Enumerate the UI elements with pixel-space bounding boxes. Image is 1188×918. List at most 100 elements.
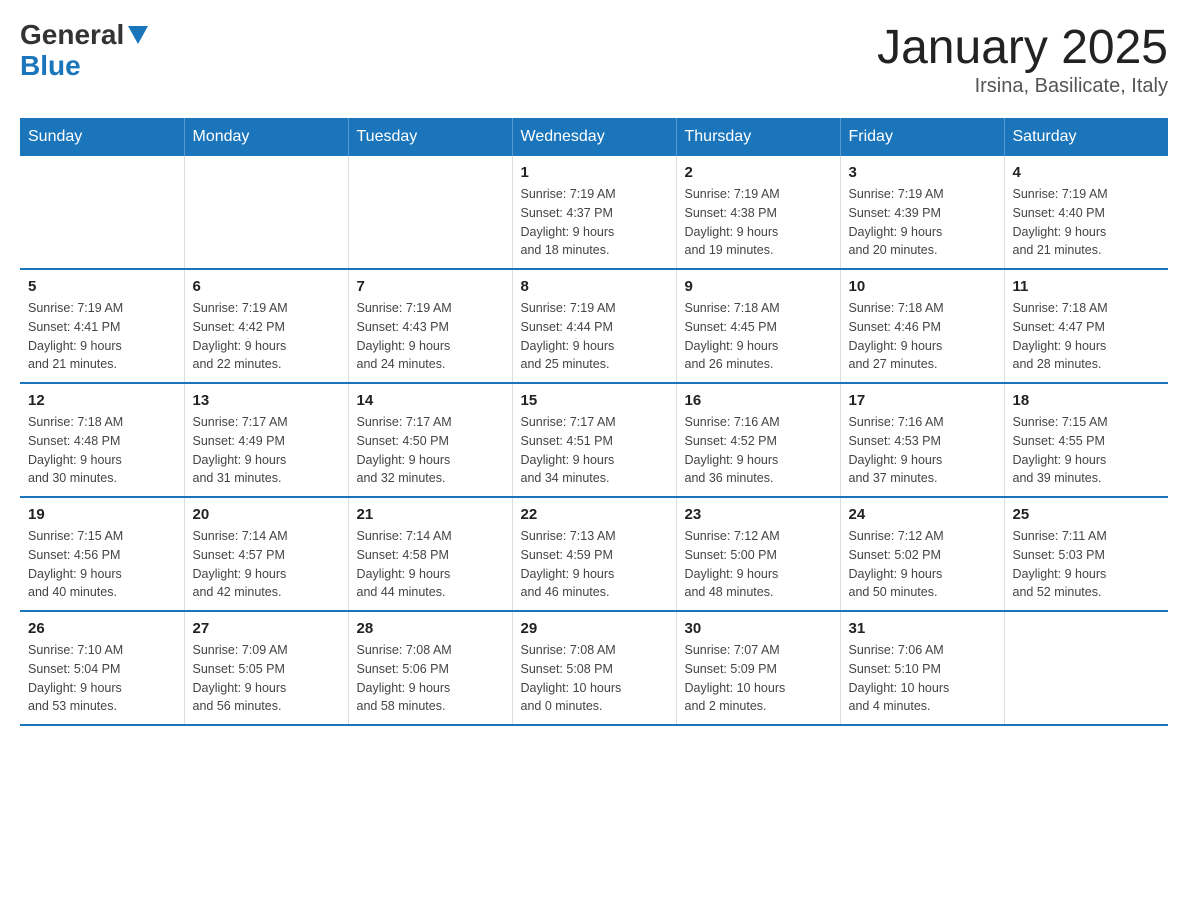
day-info: Sunrise: 7:19 AM Sunset: 4:41 PM Dayligh… — [28, 299, 176, 374]
day-number: 6 — [193, 278, 340, 295]
col-sunday: Sunday — [20, 118, 184, 156]
day-number: 5 — [28, 278, 176, 295]
day-number: 20 — [193, 506, 340, 523]
page-header: General Blue January 2025 Irsina, Basili… — [20, 20, 1168, 98]
day-info: Sunrise: 7:18 AM Sunset: 4:48 PM Dayligh… — [28, 413, 176, 488]
table-row: 3Sunrise: 7:19 AM Sunset: 4:39 PM Daylig… — [840, 156, 1004, 269]
day-number: 10 — [849, 278, 996, 295]
table-row: 12 Sunrise: 7:18 AM Sunset: 4:48 PM Dayli… — [20, 383, 184, 497]
day-number: 25 — [1013, 506, 1161, 523]
day-info: Sunrise: 7:15 AM Sunset: 4:55 PM Dayligh… — [1013, 413, 1161, 488]
table-row: 26 Sunrise: 7:10 AM Sunset: 5:04 PM Dayli… — [20, 611, 184, 725]
day-info: Sunrise: 7:17 AM Sunset: 4:49 PM Dayligh… — [193, 413, 340, 488]
table-row: 11 Sunrise: 7:18 AM Sunset: 4:47 PM Dayli… — [1004, 269, 1168, 383]
day-info: Sunrise: 7:19 AM Sunset: 4:38 PM Dayligh… — [685, 185, 832, 260]
day-info: Sunrise: 7:16 AM Sunset: 4:52 PM Dayligh… — [685, 413, 832, 488]
table-row — [20, 156, 184, 269]
day-info: Sunrise: 7:12 AM Sunset: 5:02 PM Dayligh… — [849, 527, 996, 602]
day-info: Sunrise: 7:19 AM Sunset: 4:44 PM Dayligh… — [521, 299, 668, 374]
table-row: 16 Sunrise: 7:16 AM Sunset: 4:52 PM Dayli… — [676, 383, 840, 497]
logo: General Blue — [20, 20, 148, 82]
day-info: Sunrise: 7:07 AM Sunset: 5:09 PM Dayligh… — [685, 641, 832, 716]
logo-general: General — [20, 20, 124, 51]
day-number: 8 — [521, 278, 668, 295]
table-row: 8 Sunrise: 7:19 AM Sunset: 4:44 PM Daylig… — [512, 269, 676, 383]
table-row: 23 Sunrise: 7:12 AM Sunset: 5:00 PM Dayli… — [676, 497, 840, 611]
table-row: 6 Sunrise: 7:19 AM Sunset: 4:42 PM Daylig… — [184, 269, 348, 383]
day-info: Sunrise: 7:19 AM Sunset: 4:40 PM Dayligh… — [1013, 185, 1161, 260]
day-info: Sunrise: 7:16 AM Sunset: 4:53 PM Dayligh… — [849, 413, 996, 488]
logo-blue: Blue — [20, 50, 81, 81]
table-row: 19 Sunrise: 7:15 AM Sunset: 4:56 PM Dayli… — [20, 497, 184, 611]
day-info: Sunrise: 7:19 AM Sunset: 4:39 PM Dayligh… — [849, 185, 996, 260]
day-number: 19 — [28, 506, 176, 523]
day-number: 12 — [28, 392, 176, 409]
calendar-week-row: 5 Sunrise: 7:19 AM Sunset: 4:41 PM Daylig… — [20, 269, 1168, 383]
day-number: 17 — [849, 392, 996, 409]
table-row: 18 Sunrise: 7:15 AM Sunset: 4:55 PM Dayli… — [1004, 383, 1168, 497]
table-row: 5 Sunrise: 7:19 AM Sunset: 4:41 PM Daylig… — [20, 269, 184, 383]
table-row: 30 Sunrise: 7:07 AM Sunset: 5:09 PM Dayli… — [676, 611, 840, 725]
day-number: 16 — [685, 392, 832, 409]
day-info: Sunrise: 7:09 AM Sunset: 5:05 PM Dayligh… — [193, 641, 340, 716]
table-row: 2 Sunrise: 7:19 AM Sunset: 4:38 PM Daylig… — [676, 156, 840, 269]
day-info: Sunrise: 7:10 AM Sunset: 5:04 PM Dayligh… — [28, 641, 176, 716]
day-number: 29 — [521, 620, 668, 637]
table-row: 27 Sunrise: 7:09 AM Sunset: 5:05 PM Dayli… — [184, 611, 348, 725]
table-row: 15 Sunrise: 7:17 AM Sunset: 4:51 PM Dayli… — [512, 383, 676, 497]
day-number: 26 — [28, 620, 176, 637]
day-number: 27 — [193, 620, 340, 637]
day-number: 18 — [1013, 392, 1161, 409]
table-row: 28Sunrise: 7:08 AM Sunset: 5:06 PM Dayli… — [348, 611, 512, 725]
day-info: Sunrise: 7:17 AM Sunset: 4:51 PM Dayligh… — [521, 413, 668, 488]
day-info: Sunrise: 7:06 AM Sunset: 5:10 PM Dayligh… — [849, 641, 996, 716]
day-info: Sunrise: 7:13 AM Sunset: 4:59 PM Dayligh… — [521, 527, 668, 602]
calendar-title: January 2025 — [877, 20, 1168, 75]
calendar-table: Sunday Monday Tuesday Wednesday Thursday… — [20, 118, 1168, 726]
table-row: 20 Sunrise: 7:14 AM Sunset: 4:57 PM Dayli… — [184, 497, 348, 611]
table-row: 13 Sunrise: 7:17 AM Sunset: 4:49 PM Dayli… — [184, 383, 348, 497]
table-row: 22 Sunrise: 7:13 AM Sunset: 4:59 PM Dayli… — [512, 497, 676, 611]
day-number: 1 — [521, 164, 668, 181]
day-info: Sunrise: 7:18 AM Sunset: 4:47 PM Dayligh… — [1013, 299, 1161, 374]
day-number: 9 — [685, 278, 832, 295]
table-row: 29 Sunrise: 7:08 AM Sunset: 5:08 PM Dayli… — [512, 611, 676, 725]
calendar-subtitle: Irsina, Basilicate, Italy — [877, 75, 1168, 98]
day-info: Sunrise: 7:14 AM Sunset: 4:57 PM Dayligh… — [193, 527, 340, 602]
calendar-header-row: Sunday Monday Tuesday Wednesday Thursday… — [20, 118, 1168, 156]
day-info: Sunrise: 7:15 AM Sunset: 4:56 PM Dayligh… — [28, 527, 176, 602]
day-info: Sunrise: 7:19 AM Sunset: 4:37 PM Dayligh… — [521, 185, 668, 260]
calendar-week-row: 26 Sunrise: 7:10 AM Sunset: 5:04 PM Dayli… — [20, 611, 1168, 725]
day-info: Sunrise: 7:19 AM Sunset: 4:43 PM Dayligh… — [357, 299, 504, 374]
day-number: 7 — [357, 278, 504, 295]
day-number: 31 — [849, 620, 996, 637]
day-number: 11 — [1013, 278, 1161, 295]
day-info: Sunrise: 7:17 AM Sunset: 4:50 PM Dayligh… — [357, 413, 504, 488]
day-info: Sunrise: 7:08 AM Sunset: 5:08 PM Dayligh… — [521, 641, 668, 716]
calendar-week-row: 1 Sunrise: 7:19 AM Sunset: 4:37 PM Daylig… — [20, 156, 1168, 269]
day-number: 21 — [357, 506, 504, 523]
table-row: 24Sunrise: 7:12 AM Sunset: 5:02 PM Dayli… — [840, 497, 1004, 611]
table-row: 21Sunrise: 7:14 AM Sunset: 4:58 PM Dayli… — [348, 497, 512, 611]
col-thursday: Thursday — [676, 118, 840, 156]
day-info: Sunrise: 7:19 AM Sunset: 4:42 PM Dayligh… — [193, 299, 340, 374]
table-row: 14Sunrise: 7:17 AM Sunset: 4:50 PM Dayli… — [348, 383, 512, 497]
day-info: Sunrise: 7:18 AM Sunset: 4:45 PM Dayligh… — [685, 299, 832, 374]
day-number: 30 — [685, 620, 832, 637]
day-number: 22 — [521, 506, 668, 523]
day-info: Sunrise: 7:18 AM Sunset: 4:46 PM Dayligh… — [849, 299, 996, 374]
day-number: 2 — [685, 164, 832, 181]
day-number: 28 — [357, 620, 504, 637]
table-row: 10 Sunrise: 7:18 AM Sunset: 4:46 PM Dayli… — [840, 269, 1004, 383]
day-info: Sunrise: 7:11 AM Sunset: 5:03 PM Dayligh… — [1013, 527, 1161, 602]
table-row — [184, 156, 348, 269]
table-row: 25 Sunrise: 7:11 AM Sunset: 5:03 PM Dayli… — [1004, 497, 1168, 611]
table-row: 17 Sunrise: 7:16 AM Sunset: 4:53 PM Dayli… — [840, 383, 1004, 497]
day-number: 15 — [521, 392, 668, 409]
day-number: 13 — [193, 392, 340, 409]
calendar-week-row: 19 Sunrise: 7:15 AM Sunset: 4:56 PM Dayli… — [20, 497, 1168, 611]
table-row: 4Sunrise: 7:19 AM Sunset: 4:40 PM Daylig… — [1004, 156, 1168, 269]
calendar-week-row: 12 Sunrise: 7:18 AM Sunset: 4:48 PM Dayli… — [20, 383, 1168, 497]
day-info: Sunrise: 7:12 AM Sunset: 5:00 PM Dayligh… — [685, 527, 832, 602]
day-number: 23 — [685, 506, 832, 523]
